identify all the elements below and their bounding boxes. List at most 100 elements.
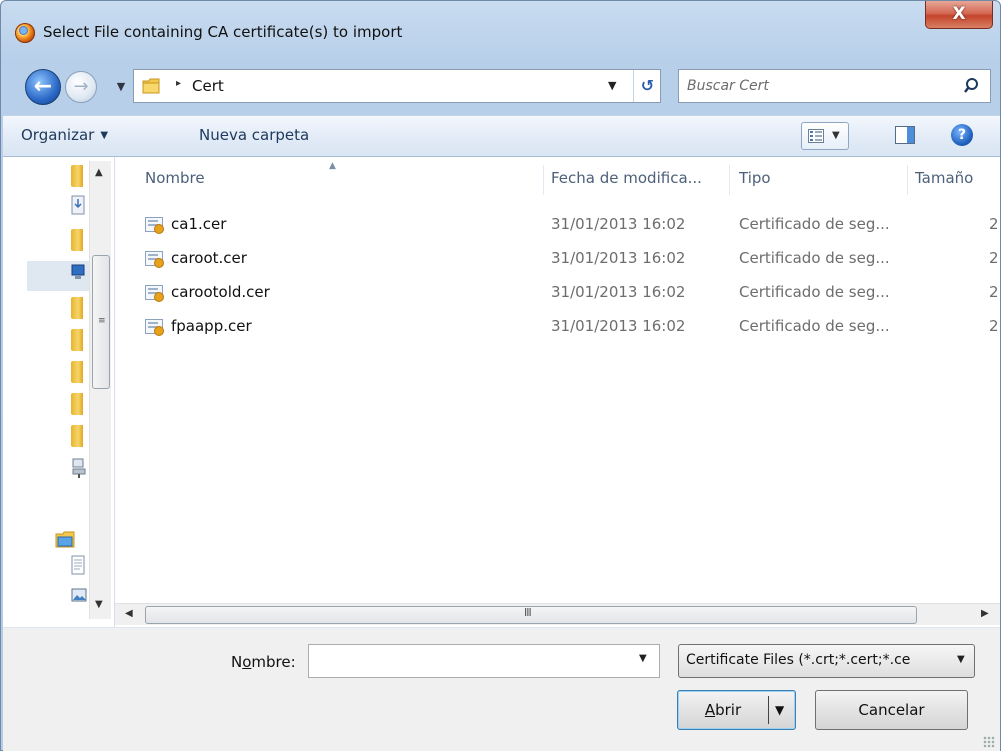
folder-icon[interactable] bbox=[71, 393, 83, 415]
search-input[interactable] bbox=[687, 76, 947, 96]
horizontal-scrollbar[interactable]: ◀ III ▶ bbox=[115, 603, 1000, 625]
folder-icon[interactable] bbox=[71, 229, 83, 251]
file-size: 2 bbox=[989, 283, 999, 301]
file-name: ca1.cer bbox=[171, 215, 227, 233]
scroll-down-icon[interactable]: ▼ bbox=[95, 599, 103, 610]
file-name-combobox[interactable]: ▼ bbox=[308, 644, 660, 678]
scroll-left-icon[interactable]: ◀ bbox=[125, 608, 133, 619]
open-button[interactable]: Abrir ▼ bbox=[677, 690, 796, 730]
recent-locations-button[interactable]: ▼ bbox=[113, 79, 129, 95]
scroll-right-icon[interactable]: ▶ bbox=[981, 608, 989, 619]
folder-icon bbox=[142, 78, 160, 94]
certificate-icon bbox=[145, 319, 164, 336]
grip-icon: ≡ bbox=[98, 316, 106, 326]
column-header-type[interactable]: Tipo bbox=[739, 169, 771, 187]
scrollbar-thumb[interactable]: III bbox=[145, 606, 917, 624]
column-divider[interactable] bbox=[729, 165, 730, 195]
folder-icon[interactable] bbox=[71, 165, 83, 187]
help-icon[interactable]: ? bbox=[951, 124, 973, 146]
file-date: 31/01/2013 16:02 bbox=[551, 283, 686, 301]
arrow-right-icon: → bbox=[73, 76, 89, 97]
address-bar[interactable]: ▸ Cert ▼ ↺ bbox=[133, 69, 661, 103]
desktop-icon[interactable] bbox=[71, 263, 85, 281]
organize-button[interactable]: Organizar ▼ bbox=[21, 126, 108, 144]
certificate-icon bbox=[145, 285, 164, 302]
title-bar[interactable]: Select File containing CA certificate(s)… bbox=[1, 1, 1000, 57]
column-header-date[interactable]: Fecha de modifica... bbox=[551, 169, 702, 187]
file-name-input[interactable] bbox=[315, 651, 615, 671]
search-icon[interactable] bbox=[963, 76, 983, 96]
navigation-pane[interactable]: ▲ ≡ ▼ bbox=[3, 157, 115, 627]
file-type-filter-value: Certificate Files (*.crt;*.cert;*.ce bbox=[686, 652, 911, 668]
breadcrumb-cert[interactable]: Cert bbox=[192, 77, 224, 95]
column-divider[interactable] bbox=[543, 165, 544, 195]
certificate-icon bbox=[145, 251, 164, 268]
refresh-button[interactable]: ↺ bbox=[633, 70, 661, 102]
file-row[interactable]: ca1.cer 31/01/2013 16:02 Certificado de … bbox=[115, 211, 1000, 239]
downloads-icon[interactable] bbox=[71, 195, 85, 215]
scroll-up-icon[interactable]: ▲ bbox=[95, 167, 103, 178]
file-size: 2 bbox=[989, 317, 999, 335]
chevron-down-icon[interactable]: ▼ bbox=[957, 654, 965, 665]
file-row[interactable]: fpaapp.cer 31/01/2013 16:02 Certificado … bbox=[115, 313, 1000, 341]
firefox-icon bbox=[15, 23, 35, 43]
file-type: Certificado de seg... bbox=[739, 283, 890, 301]
folder-icon[interactable] bbox=[71, 425, 83, 447]
libraries-icon[interactable] bbox=[55, 529, 75, 549]
caret-down-icon: ▼ bbox=[100, 130, 109, 141]
file-name: carootold.cer bbox=[171, 283, 270, 301]
label-part: brir bbox=[715, 701, 742, 719]
file-row[interactable]: carootold.cer 31/01/2013 16:02 Certifica… bbox=[115, 279, 1000, 307]
chevron-down-icon[interactable]: ▼ bbox=[639, 653, 647, 664]
file-name: caroot.cer bbox=[171, 249, 247, 267]
organize-label: Organizar bbox=[21, 126, 95, 144]
sort-ascending-icon: ▲ bbox=[329, 161, 336, 171]
arrow-left-icon: ← bbox=[33, 74, 53, 99]
column-header-name[interactable]: Nombre bbox=[145, 169, 205, 187]
search-box[interactable] bbox=[678, 69, 991, 103]
file-size: 2 bbox=[989, 249, 999, 267]
split-divider bbox=[768, 696, 769, 724]
preview-pane-button[interactable] bbox=[895, 126, 915, 144]
forward-button[interactable]: → bbox=[65, 71, 97, 103]
new-folder-button[interactable]: Nueva carpeta bbox=[199, 126, 309, 144]
dialog-footer: Nombre: ▼ Certificate Files (*.crt;*.cer… bbox=[3, 627, 1000, 751]
view-dropdown-icon: ▼ bbox=[832, 130, 840, 141]
open-options-icon[interactable]: ▼ bbox=[775, 691, 784, 729]
back-button[interactable]: ← bbox=[25, 69, 61, 105]
chevron-down-icon: ▼ bbox=[116, 80, 126, 93]
address-dropdown-icon[interactable]: ▼ bbox=[608, 79, 616, 92]
details-view-icon bbox=[808, 129, 824, 143]
image-icon[interactable] bbox=[71, 587, 87, 605]
column-header-size[interactable]: Tamaño bbox=[915, 169, 973, 187]
network-drive-icon[interactable] bbox=[71, 457, 87, 479]
file-row[interactable]: caroot.cer 31/01/2013 16:02 Certificado … bbox=[115, 245, 1000, 273]
label-part: mbre: bbox=[251, 653, 296, 671]
file-name: fpaapp.cer bbox=[171, 317, 252, 335]
folder-icon[interactable] bbox=[71, 329, 83, 351]
resize-grip-icon[interactable] bbox=[983, 736, 995, 748]
file-type: Certificado de seg... bbox=[739, 249, 890, 267]
folder-icon[interactable] bbox=[71, 297, 83, 319]
file-date: 31/01/2013 16:02 bbox=[551, 249, 686, 267]
window-title: Select File containing CA certificate(s)… bbox=[43, 23, 403, 41]
cancel-button[interactable]: Cancelar bbox=[815, 690, 968, 730]
grip-icon: III bbox=[524, 606, 532, 619]
scrollbar-thumb[interactable]: ≡ bbox=[92, 255, 110, 389]
open-button-label: Abrir bbox=[678, 691, 768, 729]
file-type-filter[interactable]: Certificate Files (*.crt;*.cert;*.ce ▼ bbox=[678, 644, 975, 678]
file-name-label: Nombre: bbox=[231, 653, 296, 671]
command-bar: Organizar ▼ Nueva carpeta ▼ ? bbox=[3, 115, 1000, 157]
file-date: 31/01/2013 16:02 bbox=[551, 317, 686, 335]
file-size: 2 bbox=[989, 215, 999, 233]
folder-icon[interactable] bbox=[71, 361, 83, 383]
navigation-scrollbar[interactable]: ▲ ≡ ▼ bbox=[89, 161, 111, 619]
file-type: Certificado de seg... bbox=[739, 215, 890, 233]
close-button[interactable]: X bbox=[925, 1, 993, 29]
breadcrumb-separator-icon[interactable]: ▸ bbox=[176, 78, 181, 89]
content-area: ▲ ≡ ▼ ▲ Nombre Fecha de modifica... Tipo… bbox=[3, 157, 1000, 627]
file-list[interactable]: ▲ Nombre Fecha de modifica... Tipo Tamañ… bbox=[115, 157, 1000, 627]
column-divider[interactable] bbox=[907, 165, 908, 195]
change-view-button[interactable]: ▼ bbox=[801, 122, 849, 150]
document-icon[interactable] bbox=[71, 555, 85, 575]
